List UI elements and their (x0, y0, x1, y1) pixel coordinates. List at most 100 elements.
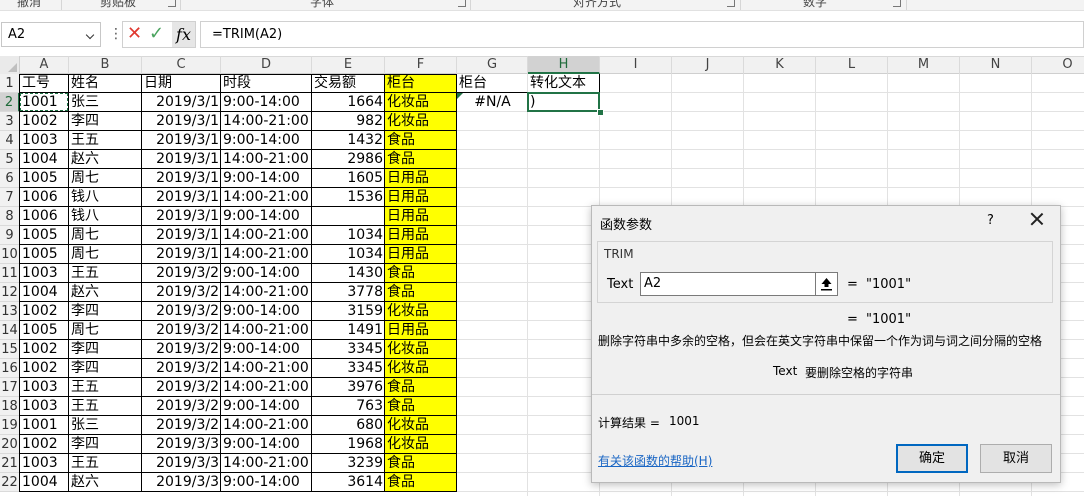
cell-b[interactable]: 李四 (69, 340, 142, 359)
cell-g2-error[interactable]: #N/A (457, 93, 528, 112)
column-header-m[interactable]: M (888, 56, 960, 74)
cell-b[interactable]: 赵六 (69, 473, 142, 492)
cell-c[interactable]: 2019/3/2 (142, 416, 221, 435)
row-header[interactable]: 3 (0, 112, 20, 131)
cell-c[interactable]: 2019/3/1 (142, 169, 221, 188)
cell-d[interactable]: 14:00-21:00 (221, 112, 312, 131)
cell-c[interactable]: 2019/3/3 (142, 473, 221, 492)
cell-b[interactable]: 李四 (69, 359, 142, 378)
cell-e[interactable]: 3976 (312, 378, 385, 397)
column-header-l[interactable]: L (816, 56, 888, 74)
column-header-d[interactable]: D (221, 56, 312, 74)
cell-f[interactable]: 化妆品 (385, 359, 457, 378)
cell-f[interactable]: 日用品 (385, 207, 457, 226)
cell-e[interactable] (312, 207, 385, 226)
row-header[interactable]: 7 (0, 188, 20, 207)
select-all-button[interactable] (0, 56, 20, 74)
row-header[interactable]: 21 (0, 454, 20, 473)
row-header[interactable]: 14 (0, 321, 20, 340)
error-indicator-icon[interactable] (457, 93, 463, 99)
row-header[interactable]: 1 (0, 74, 20, 93)
cell-c[interactable]: 2019/3/1 (142, 112, 221, 131)
cell-d[interactable]: 14:00-21:00 (221, 150, 312, 169)
cell-d[interactable]: 9:00-14:00 (221, 473, 312, 492)
cell-e[interactable]: 1034 (312, 226, 385, 245)
header-cell-a[interactable]: 工号 (20, 74, 69, 93)
fill-handle[interactable] (597, 109, 604, 116)
cell-d[interactable]: 9:00-14:00 (221, 207, 312, 226)
cell-e[interactable]: 3614 (312, 473, 385, 492)
cell-c[interactable]: 2019/3/2 (142, 378, 221, 397)
cell-e[interactable]: 763 (312, 397, 385, 416)
row-header[interactable]: 20 (0, 435, 20, 454)
cell-a[interactable]: 1002 (20, 340, 69, 359)
ok-button[interactable]: 确定 (896, 444, 968, 473)
header-cell-h[interactable]: 转化文本 (528, 74, 600, 93)
column-header-i[interactable]: I (600, 56, 672, 74)
cell-c[interactable]: 2019/3/1 (142, 245, 221, 264)
cell-d[interactable]: 9:00-14:00 (221, 264, 312, 283)
cancel-button[interactable]: 取消 (980, 444, 1052, 473)
cell-d[interactable]: 9:00-14:00 (221, 93, 312, 112)
cell-a[interactable]: 1005 (20, 226, 69, 245)
cell-f[interactable]: 日用品 (385, 226, 457, 245)
cell-e[interactable]: 2986 (312, 150, 385, 169)
row-header[interactable]: 19 (0, 416, 20, 435)
cell-a[interactable]: 1003 (20, 264, 69, 283)
cell-a[interactable]: 1003 (20, 454, 69, 473)
row-header[interactable]: 5 (0, 150, 20, 169)
formula-input[interactable]: =TRIM(A2) (200, 21, 1084, 48)
row-header[interactable]: 11 (0, 264, 20, 283)
row-header[interactable]: 2 (0, 93, 20, 112)
cell-e[interactable]: 1034 (312, 245, 385, 264)
cell-a[interactable]: 1006 (20, 207, 69, 226)
column-header-e[interactable]: E (312, 56, 385, 74)
cell-c[interactable]: 2019/3/1 (142, 188, 221, 207)
cell-b[interactable]: 张三 (69, 93, 142, 112)
cell-b[interactable]: 李四 (69, 302, 142, 321)
cell-d[interactable]: 14:00-21:00 (221, 359, 312, 378)
cell-f[interactable]: 食品 (385, 378, 457, 397)
cell-c[interactable]: 2019/3/1 (142, 93, 221, 112)
number-launcher-icon[interactable] (893, 0, 901, 7)
cell-f[interactable]: 日用品 (385, 188, 457, 207)
cell-a[interactable]: 1001 (20, 416, 69, 435)
row-header[interactable]: 9 (0, 226, 20, 245)
header-cell-d[interactable]: 时段 (221, 74, 312, 93)
column-header-o[interactable]: O (1032, 56, 1084, 74)
cancel-icon[interactable]: ✕ (127, 25, 142, 43)
cell-f[interactable]: 化妆品 (385, 340, 457, 359)
cell-f[interactable]: 食品 (385, 283, 457, 302)
cell-f[interactable]: 食品 (385, 150, 457, 169)
cell-b[interactable]: 王五 (69, 131, 142, 150)
cell-a[interactable]: 1005 (20, 245, 69, 264)
cell-f[interactable]: 化妆品 (385, 416, 457, 435)
cell-f[interactable]: 食品 (385, 473, 457, 492)
cell-b[interactable]: 李四 (69, 112, 142, 131)
row-header[interactable]: 4 (0, 131, 20, 150)
row-header[interactable]: 12 (0, 283, 20, 302)
cell-b[interactable]: 钱八 (69, 188, 142, 207)
cell-b[interactable]: 张三 (69, 416, 142, 435)
cell-c[interactable]: 2019/3/2 (142, 359, 221, 378)
function-help-link[interactable]: 有关该函数的帮助(H) (598, 452, 712, 469)
row-header[interactable]: 17 (0, 378, 20, 397)
cell-a[interactable]: 1006 (20, 188, 69, 207)
cell-b[interactable]: 王五 (69, 397, 142, 416)
cell-c[interactable]: 2019/3/2 (142, 283, 221, 302)
row-header[interactable]: 6 (0, 169, 20, 188)
cell-c[interactable]: 2019/3/1 (142, 150, 221, 169)
header-cell-e[interactable]: 交易额 (312, 74, 385, 93)
cell-b[interactable]: 李四 (69, 435, 142, 454)
cell-b[interactable]: 周七 (69, 169, 142, 188)
cell-b[interactable]: 王五 (69, 264, 142, 283)
cell-c[interactable]: 2019/3/2 (142, 340, 221, 359)
close-icon[interactable] (1030, 212, 1044, 226)
cell-e[interactable]: 1491 (312, 321, 385, 340)
cell-a[interactable]: 1005 (20, 169, 69, 188)
cell-e[interactable]: 3778 (312, 283, 385, 302)
cell-f[interactable]: 化妆品 (385, 112, 457, 131)
cell-a[interactable]: 1003 (20, 378, 69, 397)
cell-e[interactable]: 3345 (312, 340, 385, 359)
cell-b[interactable]: 周七 (69, 245, 142, 264)
